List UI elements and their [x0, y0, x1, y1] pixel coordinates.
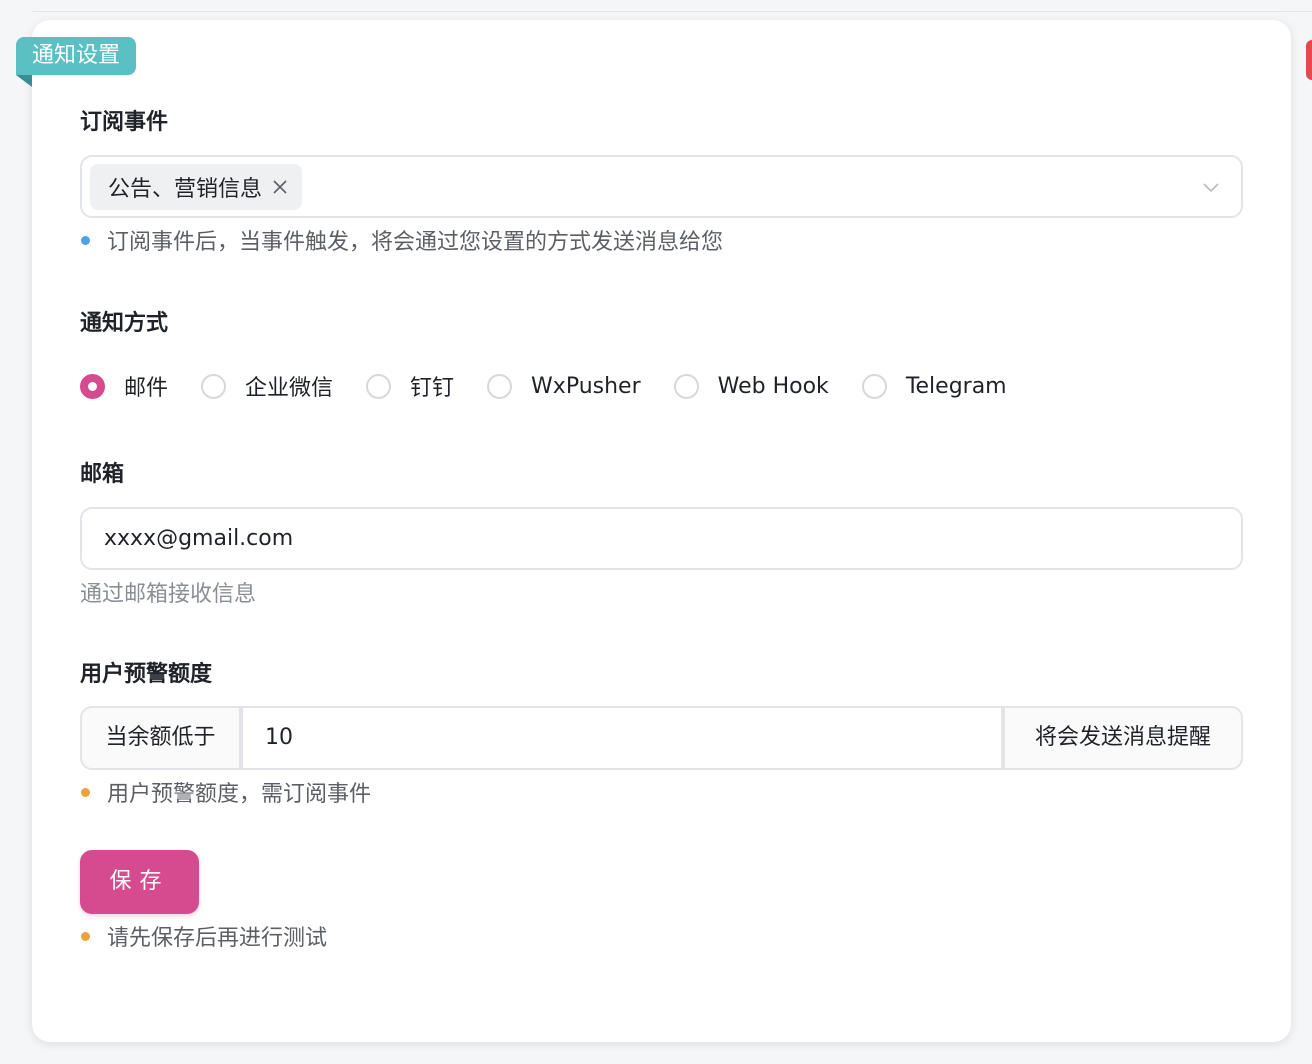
radio-unchecked-icon[interactable]: [673, 373, 699, 399]
quota-amount-input[interactable]: 10: [241, 706, 1003, 770]
notify-method-radio-group: 邮件 企业微信 钉钉 WxPusher Web Hook Telegram: [80, 370, 1007, 402]
chevron-down-icon[interactable]: [1201, 177, 1221, 197]
email-hint: 通过邮箱接收信息: [80, 582, 257, 607]
quota-label: 用户预警额度: [80, 662, 213, 687]
radio-checked-icon[interactable]: [80, 373, 105, 399]
radio-dingtalk[interactable]: 钉钉: [366, 370, 454, 402]
selected-event-tag-label: 公告、营销信息: [108, 177, 263, 202]
radio-wecom-label: 企业微信: [245, 376, 334, 401]
subscribe-events-select[interactable]: 公告、营销信息: [80, 155, 1243, 218]
subscribe-events-label: 订阅事件: [80, 110, 169, 135]
subscribe-events-hint-text: 订阅事件后，当事件触发，将会通过您设置的方式发送消息给您: [107, 230, 724, 255]
quota-hint: 用户预警额度，需订阅事件: [80, 776, 371, 808]
selected-event-tag: 公告、营销信息: [90, 164, 303, 210]
radio-webhook[interactable]: Web Hook: [673, 373, 829, 399]
quota-amount-value: 10: [265, 725, 293, 750]
radio-wecom[interactable]: 企业微信: [201, 370, 333, 402]
warning-dot-icon: [81, 787, 90, 797]
save-hint-text: 请先保存后再进行测试: [107, 926, 328, 951]
save-hint: 请先保存后再进行测试: [80, 920, 327, 952]
save-button[interactable]: 保存: [80, 850, 199, 914]
warning-dot-icon: [81, 931, 90, 941]
side-edge-tab[interactable]: [1306, 40, 1312, 80]
radio-wxpusher-label: WxPusher: [531, 373, 641, 399]
email-field[interactable]: xxxx@gmail.com: [80, 507, 1243, 570]
email-field-value: xxxx@gmail.com: [104, 526, 294, 551]
close-icon[interactable]: [270, 177, 290, 197]
radio-dingtalk-label: 钉钉: [410, 376, 455, 401]
radio-email-label: 邮件: [124, 376, 169, 401]
radio-telegram[interactable]: Telegram: [861, 373, 1007, 399]
info-dot-icon: [81, 235, 90, 245]
radio-unchecked-icon[interactable]: [201, 373, 227, 399]
email-label: 邮箱: [80, 462, 125, 487]
radio-telegram-label: Telegram: [905, 373, 1007, 399]
radio-unchecked-icon[interactable]: [861, 373, 887, 399]
quota-hint-text: 用户预警额度，需订阅事件: [107, 782, 372, 807]
radio-webhook-label: Web Hook: [717, 373, 829, 399]
radio-unchecked-icon[interactable]: [366, 373, 392, 399]
quota-prefix-addon: 当余额低于: [80, 706, 241, 770]
quota-suffix-addon: 将会发送消息提醒: [1003, 706, 1243, 770]
ribbon-fold: [16, 75, 32, 87]
top-divider: [32, 11, 1312, 12]
section-ribbon-title: 通知设置: [16, 37, 137, 75]
quota-input-group: 当余额低于 10 将会发送消息提醒: [80, 706, 1243, 770]
radio-wxpusher[interactable]: WxPusher: [487, 373, 641, 399]
notify-method-label: 通知方式: [80, 311, 169, 336]
radio-email[interactable]: 邮件: [80, 370, 168, 402]
radio-unchecked-icon[interactable]: [487, 373, 513, 399]
subscribe-events-hint: 订阅事件后，当事件触发，将会通过您设置的方式发送消息给您: [80, 224, 723, 256]
